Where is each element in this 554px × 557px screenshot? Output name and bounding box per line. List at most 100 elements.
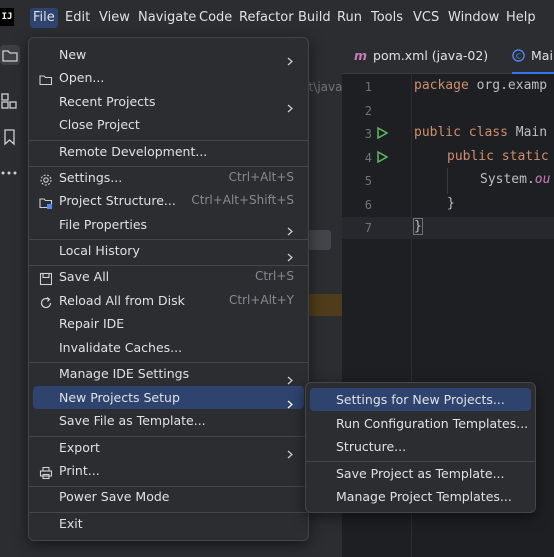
chevron-right-icon — [286, 50, 294, 66]
svg-text:C: C — [516, 51, 521, 60]
menu-item-project-structure[interactable]: Project Structure... Ctrl+Alt+Shift+S — [33, 189, 304, 212]
run-main-icon[interactable] — [376, 150, 389, 164]
menu-item-print[interactable]: Print... — [33, 459, 304, 482]
menu-item-label: Recent Projects — [59, 94, 156, 109]
line-number: 1 — [364, 80, 372, 94]
menu-edit[interactable]: Edit — [62, 8, 93, 28]
menu-refactor[interactable]: Refactor — [236, 8, 297, 28]
project-folder-icon[interactable] — [0, 45, 20, 65]
chevron-right-icon — [286, 246, 294, 262]
menu-item-label: Export — [59, 440, 100, 455]
menu-item-label: Open... — [59, 70, 105, 85]
chevron-right-icon — [286, 97, 294, 113]
menu-run[interactable]: Run — [334, 8, 365, 28]
menu-item-save-file-as-template[interactable]: Save File as Template... — [33, 409, 304, 432]
menu-item-label: Power Save Mode — [59, 489, 170, 504]
menu-item-reload-all[interactable]: Reload All from Disk Ctrl+Alt+Y — [33, 289, 304, 312]
menu-item-label: New Projects Setup — [59, 390, 180, 405]
submenu-item-save-project-as-template[interactable]: Save Project as Template... — [310, 462, 531, 485]
class-icon: C — [512, 37, 525, 74]
code-line-7: } — [413, 218, 423, 235]
indent-guide — [447, 168, 448, 194]
menu-build[interactable]: Build — [295, 8, 334, 28]
menu-view[interactable]: View — [96, 8, 133, 28]
menu-tools[interactable]: Tools — [368, 8, 406, 28]
tab-main[interactable]: C Main — [512, 37, 554, 74]
reload-icon — [39, 294, 53, 309]
code-line-5: System.ou — [480, 172, 550, 187]
field: ou — [534, 172, 551, 187]
maven-icon: m — [354, 48, 368, 63]
menu-item-label: Remote Development... — [59, 144, 208, 159]
file-menu-popup: New Open... Recent Projects Close Projec… — [28, 37, 309, 541]
menu-item-new-projects-setup[interactable]: New Projects Setup — [33, 386, 304, 409]
menu-navigate[interactable]: Navigate — [135, 8, 199, 28]
code-text: Main — [507, 125, 548, 140]
menu-item-label: Project Structure... — [59, 193, 176, 208]
menu-vcs[interactable]: VCS — [410, 8, 442, 28]
project-structure-icon — [39, 194, 53, 209]
line-number: 2 — [364, 104, 372, 118]
menu-item-save-all[interactable]: Save All Ctrl+S — [33, 265, 304, 288]
submenu-item-structure[interactable]: Structure... — [310, 435, 531, 458]
submenu-item-settings-for-new-projects[interactable]: Settings for New Projects... — [310, 388, 531, 411]
menu-item-recent-projects[interactable]: Recent Projects — [33, 90, 304, 113]
current-line-highlight — [342, 217, 554, 239]
menu-item-label: Settings... — [59, 170, 123, 185]
menu-item-remote-development[interactable]: Remote Development... — [33, 140, 304, 163]
chevron-right-icon — [286, 393, 294, 409]
menu-item-local-history[interactable]: Local History — [33, 239, 304, 262]
menu-item-new[interactable]: New — [33, 43, 304, 66]
menu-item-file-properties[interactable]: File Properties — [33, 213, 304, 236]
keyword: public class — [414, 125, 508, 140]
submenu-item-label: Manage Project Templates... — [336, 489, 512, 504]
menu-code[interactable]: Code — [196, 8, 235, 28]
menu-item-label: Close Project — [59, 117, 140, 132]
submenu-item-manage-project-templates[interactable]: Manage Project Templates... — [310, 485, 531, 508]
line-number: 5 — [364, 174, 372, 188]
menu-item-close-project[interactable]: Close Project — [33, 113, 304, 136]
line-number: 6 — [364, 198, 372, 212]
menu-help[interactable]: Help — [503, 8, 539, 28]
tab-pom-xml[interactable]: m pom.xml (java-02) — [354, 37, 488, 74]
menu-file[interactable]: File — [30, 8, 58, 28]
menu-item-exit[interactable]: Exit — [33, 512, 304, 535]
submenu-item-label: Structure... — [336, 439, 407, 454]
menu-item-settings[interactable]: Settings... Ctrl+Alt+S — [33, 166, 304, 189]
gear-icon — [39, 171, 53, 186]
bookmarks-icon[interactable] — [0, 127, 20, 147]
keyword: public static — [447, 149, 549, 164]
menu-item-label: Exit — [59, 516, 83, 531]
more-tools-icon[interactable] — [0, 163, 20, 183]
menu-item-label: Invalidate Caches... — [59, 340, 183, 355]
run-class-icon[interactable] — [376, 126, 389, 140]
menu-item-label: Print... — [59, 463, 100, 478]
menu-item-export[interactable]: Export — [33, 436, 304, 459]
folder-icon — [39, 71, 53, 86]
menu-item-label: Save File as Template... — [59, 413, 206, 428]
submenu-item-label: Save Project as Template... — [336, 466, 505, 481]
line-number: 4 — [364, 151, 372, 165]
intellij-logo-icon[interactable]: IJ — [0, 8, 14, 26]
editor-tab-bar: m pom.xml (java-02) C Main — [342, 37, 554, 74]
menu-item-shortcut: Ctrl+Alt+S — [228, 170, 294, 184]
menu-item-open[interactable]: Open... — [33, 66, 304, 89]
menu-window[interactable]: Window — [445, 8, 502, 28]
menu-item-label: Save All — [59, 269, 110, 284]
menu-item-manage-ide-settings[interactable]: Manage IDE Settings — [33, 362, 304, 385]
menu-item-invalidate-caches[interactable]: Invalidate Caches... — [33, 336, 304, 359]
code-line-4: public static — [447, 149, 549, 164]
menu-item-label: Local History — [59, 243, 140, 258]
menu-item-shortcut: Ctrl+Alt+Y — [228, 293, 294, 307]
submenu-item-label: Run Configuration Templates... — [336, 416, 529, 431]
print-icon — [39, 464, 53, 480]
structure-icon[interactable] — [0, 91, 20, 111]
chevron-right-icon — [286, 220, 294, 236]
code-text: System. — [480, 172, 535, 187]
new-projects-setup-submenu: Settings for New Projects... Run Configu… — [305, 382, 536, 513]
menu-item-repair-ide[interactable]: Repair IDE — [33, 312, 304, 335]
submenu-item-run-configuration-templates[interactable]: Run Configuration Templates... — [310, 412, 531, 435]
chevron-right-icon — [286, 443, 294, 459]
tab-pom-label: pom.xml (java-02) — [373, 48, 489, 63]
menu-item-power-save-mode[interactable]: Power Save Mode — [33, 485, 304, 508]
